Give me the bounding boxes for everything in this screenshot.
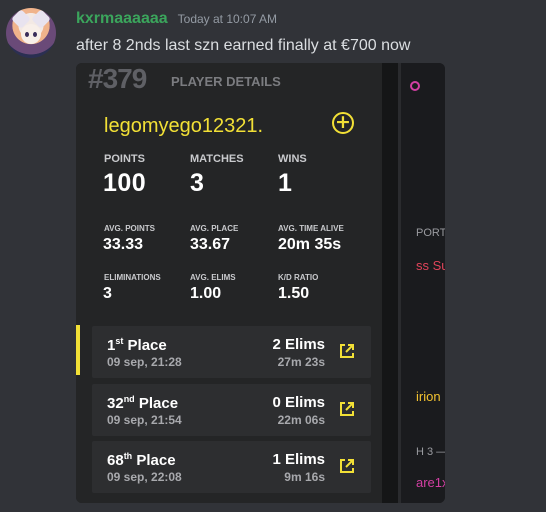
username[interactable]: kxrmaaaaaa bbox=[76, 10, 168, 28]
match-row[interactable]: 32nd Place 09 sep, 21:54 0 Elims 22m 06s bbox=[92, 384, 371, 436]
rank-number: #379 bbox=[88, 63, 147, 94]
stat-value-avg-place: 33.67 bbox=[190, 236, 231, 253]
background-text-irion: irion bbox=[416, 389, 441, 404]
user-avatar[interactable] bbox=[6, 8, 56, 58]
image-attachment[interactable]: #379 PLAYER DETAILS legomyego12321. + PO… bbox=[76, 63, 445, 503]
stat-label-points: POINTS bbox=[104, 153, 145, 165]
stat-label-kd-ratio: K/D RATIO bbox=[278, 273, 319, 282]
section-title: PLAYER DETAILS bbox=[171, 74, 281, 89]
stat-label-wins: WINS bbox=[278, 153, 307, 165]
match-place: 68th Place bbox=[107, 451, 176, 469]
match-date: 09 sep, 22:08 bbox=[107, 470, 182, 484]
stat-value-avg-time-alive: 20m 35s bbox=[278, 236, 342, 253]
background-edge bbox=[398, 63, 401, 503]
stat-label-avg-points: AVG. POINTS bbox=[104, 224, 155, 233]
match-time-alive: 9m 16s bbox=[284, 470, 325, 484]
match-date: 09 sep, 21:54 bbox=[107, 413, 182, 427]
stat-value-matches: 3 bbox=[190, 169, 205, 197]
background-text-are: are1x bbox=[416, 475, 445, 490]
timestamp[interactable]: Today at 10:07 AM bbox=[178, 12, 277, 26]
match-place: 32nd Place bbox=[107, 394, 179, 412]
stat-value-avg-points: 33.33 bbox=[103, 236, 144, 253]
background-text-port: PORT bbox=[416, 227, 445, 239]
message-header: kxrmaaaaaa Today at 10:07 AM bbox=[76, 10, 277, 28]
avatar-face bbox=[21, 24, 41, 44]
match-time-alive: 27m 23s bbox=[277, 355, 325, 369]
match-time-alive: 22m 06s bbox=[277, 413, 325, 427]
player-name: legomyego12321. bbox=[104, 115, 264, 137]
stat-value-avg-elims: 1.00 bbox=[190, 285, 222, 302]
match-row[interactable]: 68th Place 09 sep, 22:08 1 Elims 9m 16s bbox=[92, 441, 371, 493]
stat-value-wins: 1 bbox=[278, 169, 293, 197]
background-text-ss: ss Su bbox=[416, 258, 445, 273]
match-elims: 0 Elims bbox=[272, 394, 325, 411]
stat-label-matches: MATCHES bbox=[190, 153, 244, 165]
external-link-icon[interactable] bbox=[338, 400, 356, 418]
match-elims: 2 Elims bbox=[272, 336, 325, 353]
pink-circle-icon bbox=[410, 81, 420, 91]
external-link-icon[interactable] bbox=[338, 457, 356, 475]
avatar-eye-left bbox=[25, 32, 29, 37]
stat-label-avg-elims: AVG. ELIMS bbox=[190, 273, 236, 282]
stat-value-points: 100 bbox=[103, 169, 147, 197]
stat-value-eliminations: 3 bbox=[103, 285, 112, 302]
message-text: after 8 2nds last szn earned finally at … bbox=[76, 37, 411, 54]
match-date: 09 sep, 21:28 bbox=[107, 355, 182, 369]
player-details-card: #379 PLAYER DETAILS legomyego12321. + PO… bbox=[76, 63, 382, 503]
stat-label-avg-time-alive: AVG. TIME ALIVE bbox=[278, 224, 344, 233]
stat-label-eliminations: ELIMINATIONS bbox=[104, 273, 161, 282]
external-link-icon[interactable] bbox=[338, 342, 356, 360]
stat-label-avg-place: AVG. PLACE bbox=[190, 224, 239, 233]
win-highlight-bar bbox=[76, 325, 80, 375]
avatar-eye-right bbox=[33, 32, 37, 37]
match-row[interactable]: 1st Place 09 sep, 21:28 2 Elims 27m 23s bbox=[92, 326, 371, 378]
background-text-h3: H 3 — bbox=[416, 446, 445, 458]
add-player-button[interactable]: + bbox=[332, 112, 354, 134]
stat-value-kd-ratio: 1.50 bbox=[278, 285, 310, 302]
match-place: 1st Place bbox=[107, 336, 167, 354]
match-elims: 1 Elims bbox=[272, 451, 325, 468]
divider-strip bbox=[382, 63, 398, 503]
background-page: PORT ss Su irion H 3 — are1x bbox=[398, 63, 445, 503]
